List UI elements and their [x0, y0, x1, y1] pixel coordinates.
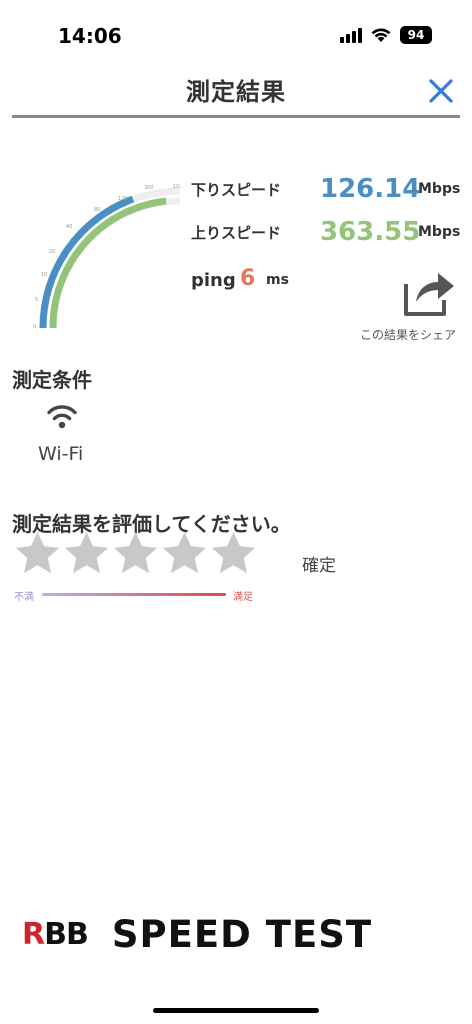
wifi-status-icon [371, 28, 391, 42]
speed-gauge: 0 5 10 20 40 80 120 300 1G [33, 184, 180, 330]
header: 測定結果 [12, 70, 460, 118]
status-time: 14:06 [58, 24, 122, 48]
ping-unit: ms [266, 272, 289, 288]
close-icon[interactable] [426, 76, 456, 106]
gauge-tick: 80 [94, 207, 100, 213]
battery-indicator: 94 [400, 26, 432, 44]
status-icons: 94 [340, 24, 432, 46]
ping-value: 6 [240, 266, 256, 291]
wifi-icon [47, 405, 77, 429]
gauge-tick: 1G [173, 184, 180, 190]
gauge-tick: 5 [35, 297, 38, 303]
cellular-signal-icon [340, 27, 362, 43]
star-icon[interactable] [14, 530, 61, 577]
confirm-button[interactable]: 確定 [302, 551, 336, 576]
rbb-logo: RBB [22, 916, 89, 952]
star-icon[interactable] [210, 530, 257, 577]
star-icon[interactable] [161, 530, 208, 577]
star-icon[interactable] [112, 530, 159, 577]
download-value: 126.14 [320, 174, 421, 204]
ping-label: ping [191, 270, 236, 291]
gauge-tick: 40 [66, 224, 72, 230]
star-rating [14, 530, 257, 577]
upload-label: 上りスピード [191, 224, 282, 242]
upload-unit: Mbps [418, 224, 461, 240]
status-bar: 14:06 94 [0, 0, 472, 70]
network-type: Wi-Fi [38, 443, 84, 465]
upload-value: 363.55 [320, 217, 421, 247]
home-indicator[interactable] [153, 1008, 319, 1013]
page-title: 測定結果 [186, 78, 286, 106]
speed-test-logo: SPEED TEST [111, 912, 373, 956]
gauge-tick: 10 [41, 272, 47, 278]
rating-scale-bar [42, 593, 226, 596]
gauge-tick: 120 [118, 196, 128, 202]
rating-max-label: 満足 [233, 592, 253, 603]
rating-min-label: 不満 [14, 592, 34, 603]
share-label[interactable]: この結果をシェア [348, 326, 468, 343]
upload-arc [49, 197, 167, 329]
gauge-tick: 0 [33, 324, 36, 330]
download-unit: Mbps [418, 181, 461, 197]
share-icon[interactable] [400, 262, 456, 322]
star-icon[interactable] [63, 530, 110, 577]
rbb-speedtest-logo: RBB SPEED TEST [22, 912, 452, 956]
gauge-tick: 300 [144, 185, 154, 191]
conditions-title: 測定条件 [12, 368, 92, 392]
download-label: 下りスピード [191, 181, 282, 199]
gauge-tick: 20 [49, 249, 55, 255]
